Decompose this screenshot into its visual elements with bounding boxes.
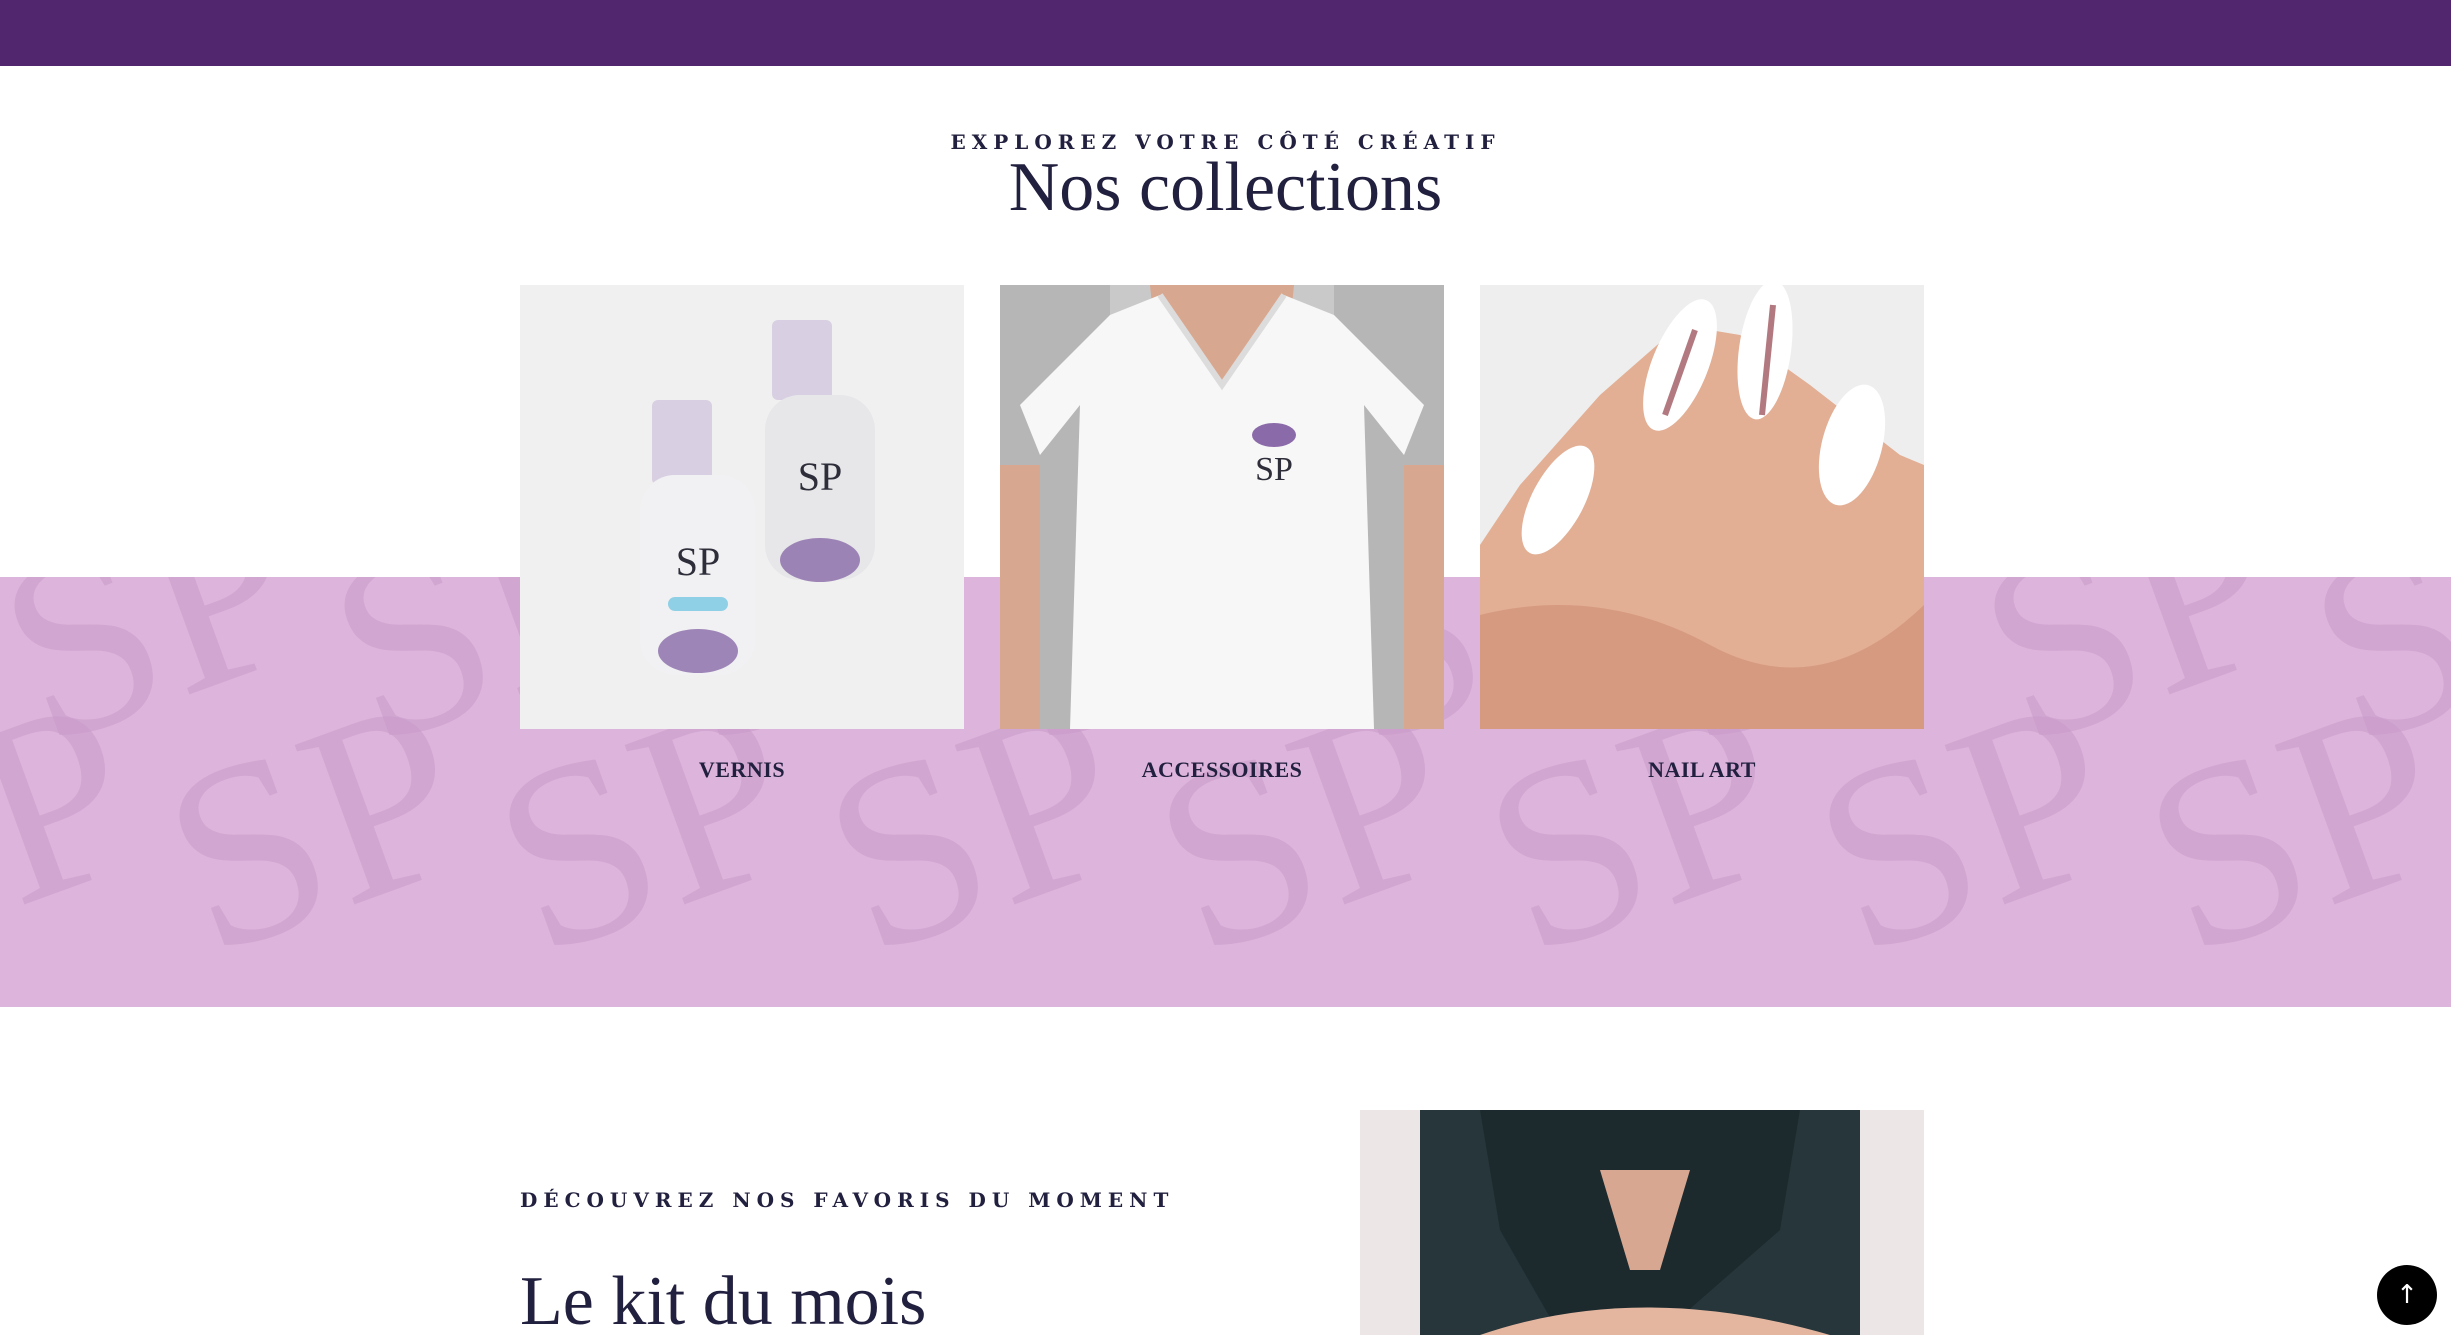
nail-polish-bottles-image[interactable]: SP SP	[520, 285, 964, 729]
tshirt-image[interactable]: SP	[1000, 285, 1444, 729]
favoris-eyebrow: DÉCOUVREZ NOS FAVORIS DU MOMENT	[520, 1188, 1175, 1212]
collection-label-vernis[interactable]: VERNIS	[520, 757, 964, 783]
bottle-back-monogram: SP	[798, 454, 843, 499]
kit-feature-image	[1360, 1110, 1924, 1335]
collection-label-nail-art[interactable]: NAIL ART	[1480, 757, 1924, 783]
collections-title: Nos collections	[1008, 149, 1443, 226]
collection-card-accessoires[interactable]: SP ACCESSOIRES	[1000, 285, 1444, 783]
painted-nails-image[interactable]	[1480, 285, 1924, 729]
collection-card-nail-art[interactable]: NAIL ART	[1480, 285, 1924, 783]
kit-title: Le kit du mois	[520, 1263, 927, 1340]
top-bar	[0, 0, 2451, 66]
collection-card-vernis[interactable]: SP SP VERNIS	[520, 285, 964, 783]
scroll-to-top-button[interactable]: ↑	[2377, 1265, 2437, 1325]
shirt-monogram: SP	[1255, 451, 1293, 488]
collection-label-accessoires[interactable]: ACCESSOIRES	[1000, 757, 1444, 783]
arrow-up-icon: ↑	[2396, 1280, 2418, 1310]
bottle-front-monogram: SP	[676, 539, 721, 584]
